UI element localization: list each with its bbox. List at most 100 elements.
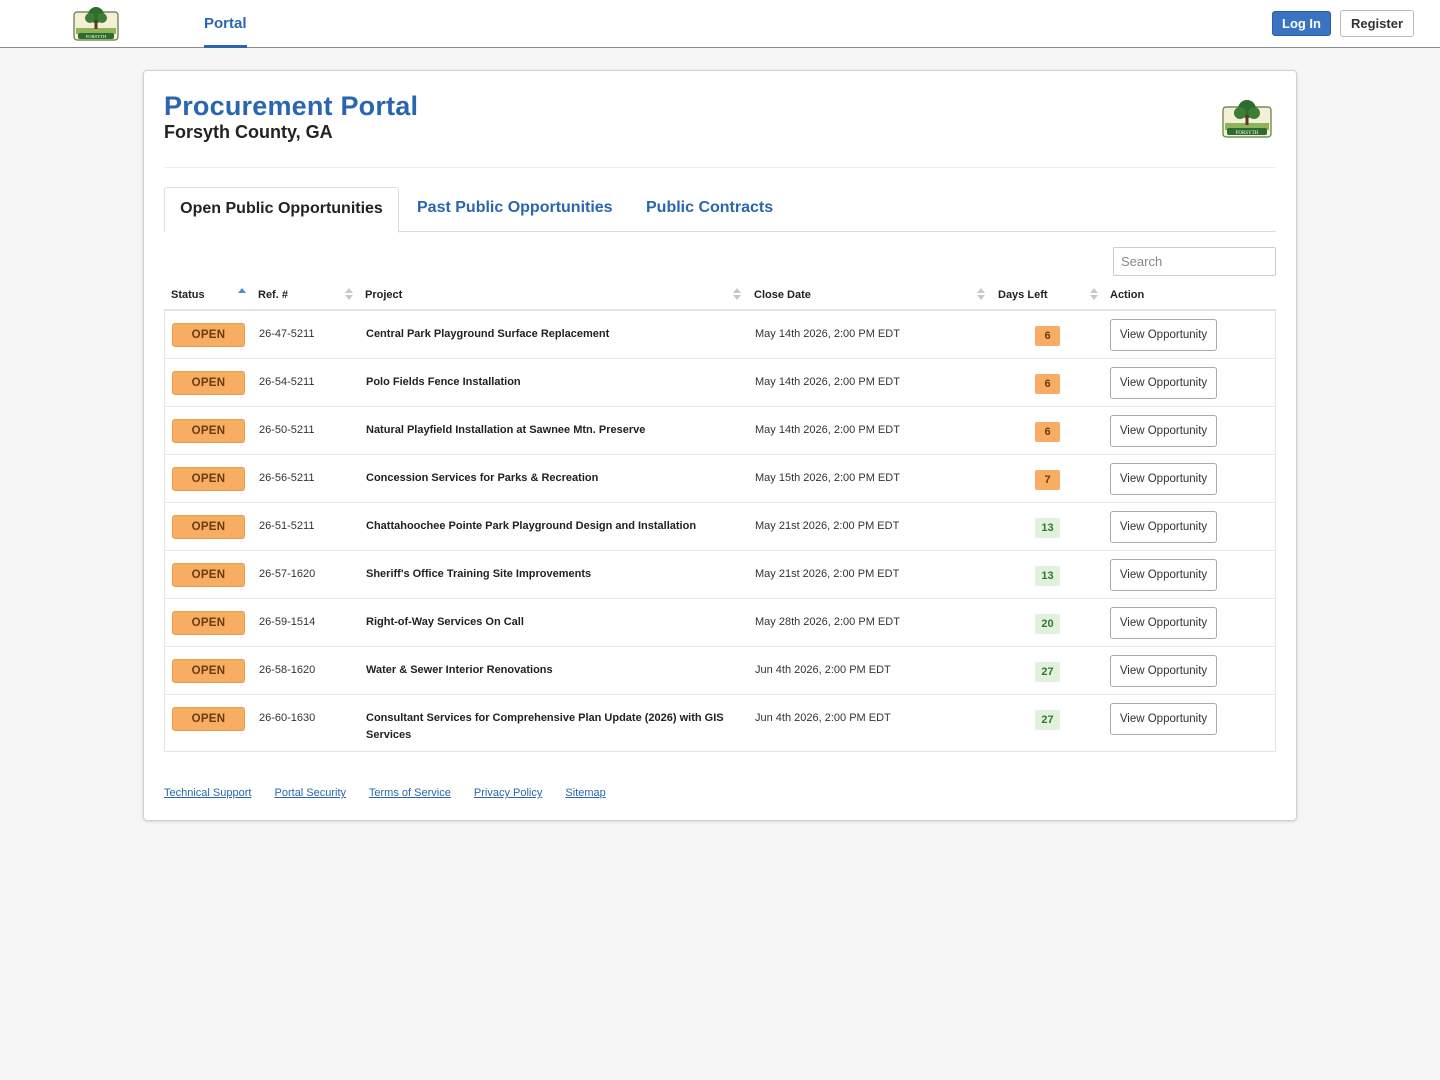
column-header-project[interactable]: Project — [365, 281, 402, 311]
table-row: OPEN 26-60-1630 Consultant Services for … — [165, 695, 1275, 751]
ref-number: 26-58-1620 — [259, 664, 316, 676]
opportunities-table: Status Ref. # Project Close Date Days Le… — [164, 281, 1276, 752]
sort-icon[interactable] — [977, 287, 985, 301]
view-opportunity-button[interactable]: View Opportunity — [1110, 607, 1217, 639]
footer-link-privacy-policy[interactable]: Privacy Policy — [474, 787, 542, 799]
project-name: Central Park Playground Surface Replacem… — [366, 328, 610, 340]
sort-icon[interactable] — [345, 287, 353, 301]
tab-past-opportunities[interactable]: Past Public Opportunities — [417, 187, 613, 232]
sort-icon[interactable] — [1090, 287, 1098, 301]
nav-portal-link[interactable]: Portal — [204, 0, 247, 48]
view-opportunity-button[interactable]: View Opportunity — [1110, 703, 1217, 735]
close-date: Jun 4th 2026, 2:00 PM EDT — [755, 664, 891, 676]
table-row: OPEN 26-50-5211 Natural Playfield Instal… — [165, 407, 1275, 455]
ref-number: 26-59-1514 — [259, 616, 316, 628]
days-left-badge: 20 — [1035, 614, 1060, 634]
table-body: OPEN 26-47-5211 Central Park Playground … — [164, 311, 1276, 752]
status-badge: OPEN — [172, 371, 245, 395]
footer-link-portal-security[interactable]: Portal Security — [275, 787, 347, 799]
close-date: May 21st 2026, 2:00 PM EDT — [755, 568, 900, 580]
days-left-badge: 27 — [1035, 662, 1060, 682]
footer-link-technical-support[interactable]: Technical Support — [164, 787, 251, 799]
top-navbar: FORSYTH Portal Log In Register — [0, 0, 1440, 48]
forsyth-county-logo-icon: FORSYTH — [1222, 100, 1272, 138]
status-badge: OPEN — [172, 323, 245, 347]
project-name: Sheriff's Office Training Site Improveme… — [366, 568, 592, 580]
days-left-badge: 6 — [1035, 422, 1060, 442]
svg-text:FORSYTH: FORSYTH — [1236, 131, 1259, 136]
close-date: May 14th 2026, 2:00 PM EDT — [755, 424, 900, 436]
table-row: OPEN 26-56-5211 Concession Services for … — [165, 455, 1275, 503]
register-button[interactable]: Register — [1340, 10, 1414, 37]
ref-number: 26-54-5211 — [259, 376, 315, 388]
project-name: Consultant Services for Comprehensive Pl… — [366, 712, 724, 741]
view-opportunity-button[interactable]: View Opportunity — [1110, 415, 1217, 447]
status-badge: OPEN — [172, 707, 245, 731]
view-opportunity-button[interactable]: View Opportunity — [1110, 559, 1217, 591]
divider — [164, 167, 1276, 168]
days-left-badge: 27 — [1035, 710, 1060, 730]
column-header-status[interactable]: Status — [171, 281, 205, 311]
login-button[interactable]: Log In — [1272, 11, 1331, 36]
ref-number: 26-57-1620 — [259, 568, 316, 580]
column-header-action: Action — [1110, 289, 1145, 301]
footer-link-terms-of-service[interactable]: Terms of Service — [369, 787, 451, 799]
table-row: OPEN 26-47-5211 Central Park Playground … — [165, 311, 1275, 359]
ref-number: 26-50-5211 — [259, 424, 315, 436]
status-badge: OPEN — [172, 611, 245, 635]
close-date: May 15th 2026, 2:00 PM EDT — [755, 472, 900, 484]
tab-open-opportunities[interactable]: Open Public Opportunities — [164, 187, 399, 233]
project-name: Water & Sewer Interior Renovations — [366, 664, 553, 676]
project-name: Concession Services for Parks & Recreati… — [366, 472, 599, 484]
search-input[interactable] — [1113, 247, 1276, 276]
close-date: Jun 4th 2026, 2:00 PM EDT — [755, 712, 891, 724]
project-name: Right-of-Way Services On Call — [366, 616, 524, 628]
tab-public-contracts[interactable]: Public Contracts — [646, 187, 773, 232]
status-badge: OPEN — [172, 515, 245, 539]
column-header-close-date[interactable]: Close Date — [754, 281, 811, 311]
column-header-ref[interactable]: Ref. # — [258, 281, 288, 311]
ref-number: 26-47-5211 — [259, 328, 315, 340]
project-name: Chattahoochee Pointe Park Playground Des… — [366, 520, 697, 532]
close-date: May 21st 2026, 2:00 PM EDT — [755, 520, 900, 532]
opportunity-tabs: Open Public Opportunities Past Public Op… — [164, 187, 1276, 233]
page-subtitle: Forsyth County, GA — [164, 122, 333, 142]
status-badge: OPEN — [172, 467, 245, 491]
footer-links: Technical Support Portal Security Terms … — [164, 787, 626, 799]
days-left-badge: 13 — [1035, 518, 1060, 538]
view-opportunity-button[interactable]: View Opportunity — [1110, 319, 1217, 351]
view-opportunity-button[interactable]: View Opportunity — [1110, 367, 1217, 399]
table-row: OPEN 26-51-5211 Chattahoochee Pointe Par… — [165, 503, 1275, 551]
status-badge: OPEN — [172, 419, 245, 443]
days-left-badge: 6 — [1035, 326, 1060, 346]
days-left-badge: 7 — [1035, 470, 1060, 490]
ref-number: 26-60-1630 — [259, 712, 316, 724]
table-row: OPEN 26-57-1620 Sheriff's Office Trainin… — [165, 551, 1275, 599]
close-date: May 28th 2026, 2:00 PM EDT — [755, 616, 900, 628]
forsyth-logo-icon[interactable]: FORSYTH — [72, 4, 120, 42]
table-row: OPEN 26-59-1514 Right-of-Way Services On… — [165, 599, 1275, 647]
days-left-badge: 13 — [1035, 566, 1060, 586]
page-title: Procurement Portal — [164, 91, 419, 121]
column-header-days-left[interactable]: Days Left — [998, 281, 1048, 311]
footer-link-sitemap[interactable]: Sitemap — [565, 787, 605, 799]
procurement-card: Procurement Portal Forsyth County, GA FO… — [143, 70, 1297, 821]
table-row: OPEN 26-54-5211 Polo Fields Fence Instal… — [165, 359, 1275, 407]
status-badge: OPEN — [172, 659, 245, 683]
view-opportunity-button[interactable]: View Opportunity — [1110, 463, 1217, 495]
svg-text:FORSYTH: FORSYTH — [86, 34, 107, 39]
ref-number: 26-51-5211 — [259, 520, 315, 532]
close-date: May 14th 2026, 2:00 PM EDT — [755, 376, 900, 388]
project-name: Polo Fields Fence Installation — [366, 376, 521, 388]
table-header: Status Ref. # Project Close Date Days Le… — [164, 281, 1276, 311]
ref-number: 26-56-5211 — [259, 472, 315, 484]
table-row: OPEN 26-58-1620 Water & Sewer Interior R… — [165, 647, 1275, 695]
days-left-badge: 6 — [1035, 374, 1060, 394]
view-opportunity-button[interactable]: View Opportunity — [1110, 655, 1217, 687]
project-name: Natural Playfield Installation at Sawnee… — [366, 424, 646, 436]
sort-icon[interactable] — [733, 287, 741, 301]
close-date: May 14th 2026, 2:00 PM EDT — [755, 328, 900, 340]
view-opportunity-button[interactable]: View Opportunity — [1110, 511, 1217, 543]
status-badge: OPEN — [172, 563, 245, 587]
sort-asc-icon[interactable] — [238, 287, 246, 301]
